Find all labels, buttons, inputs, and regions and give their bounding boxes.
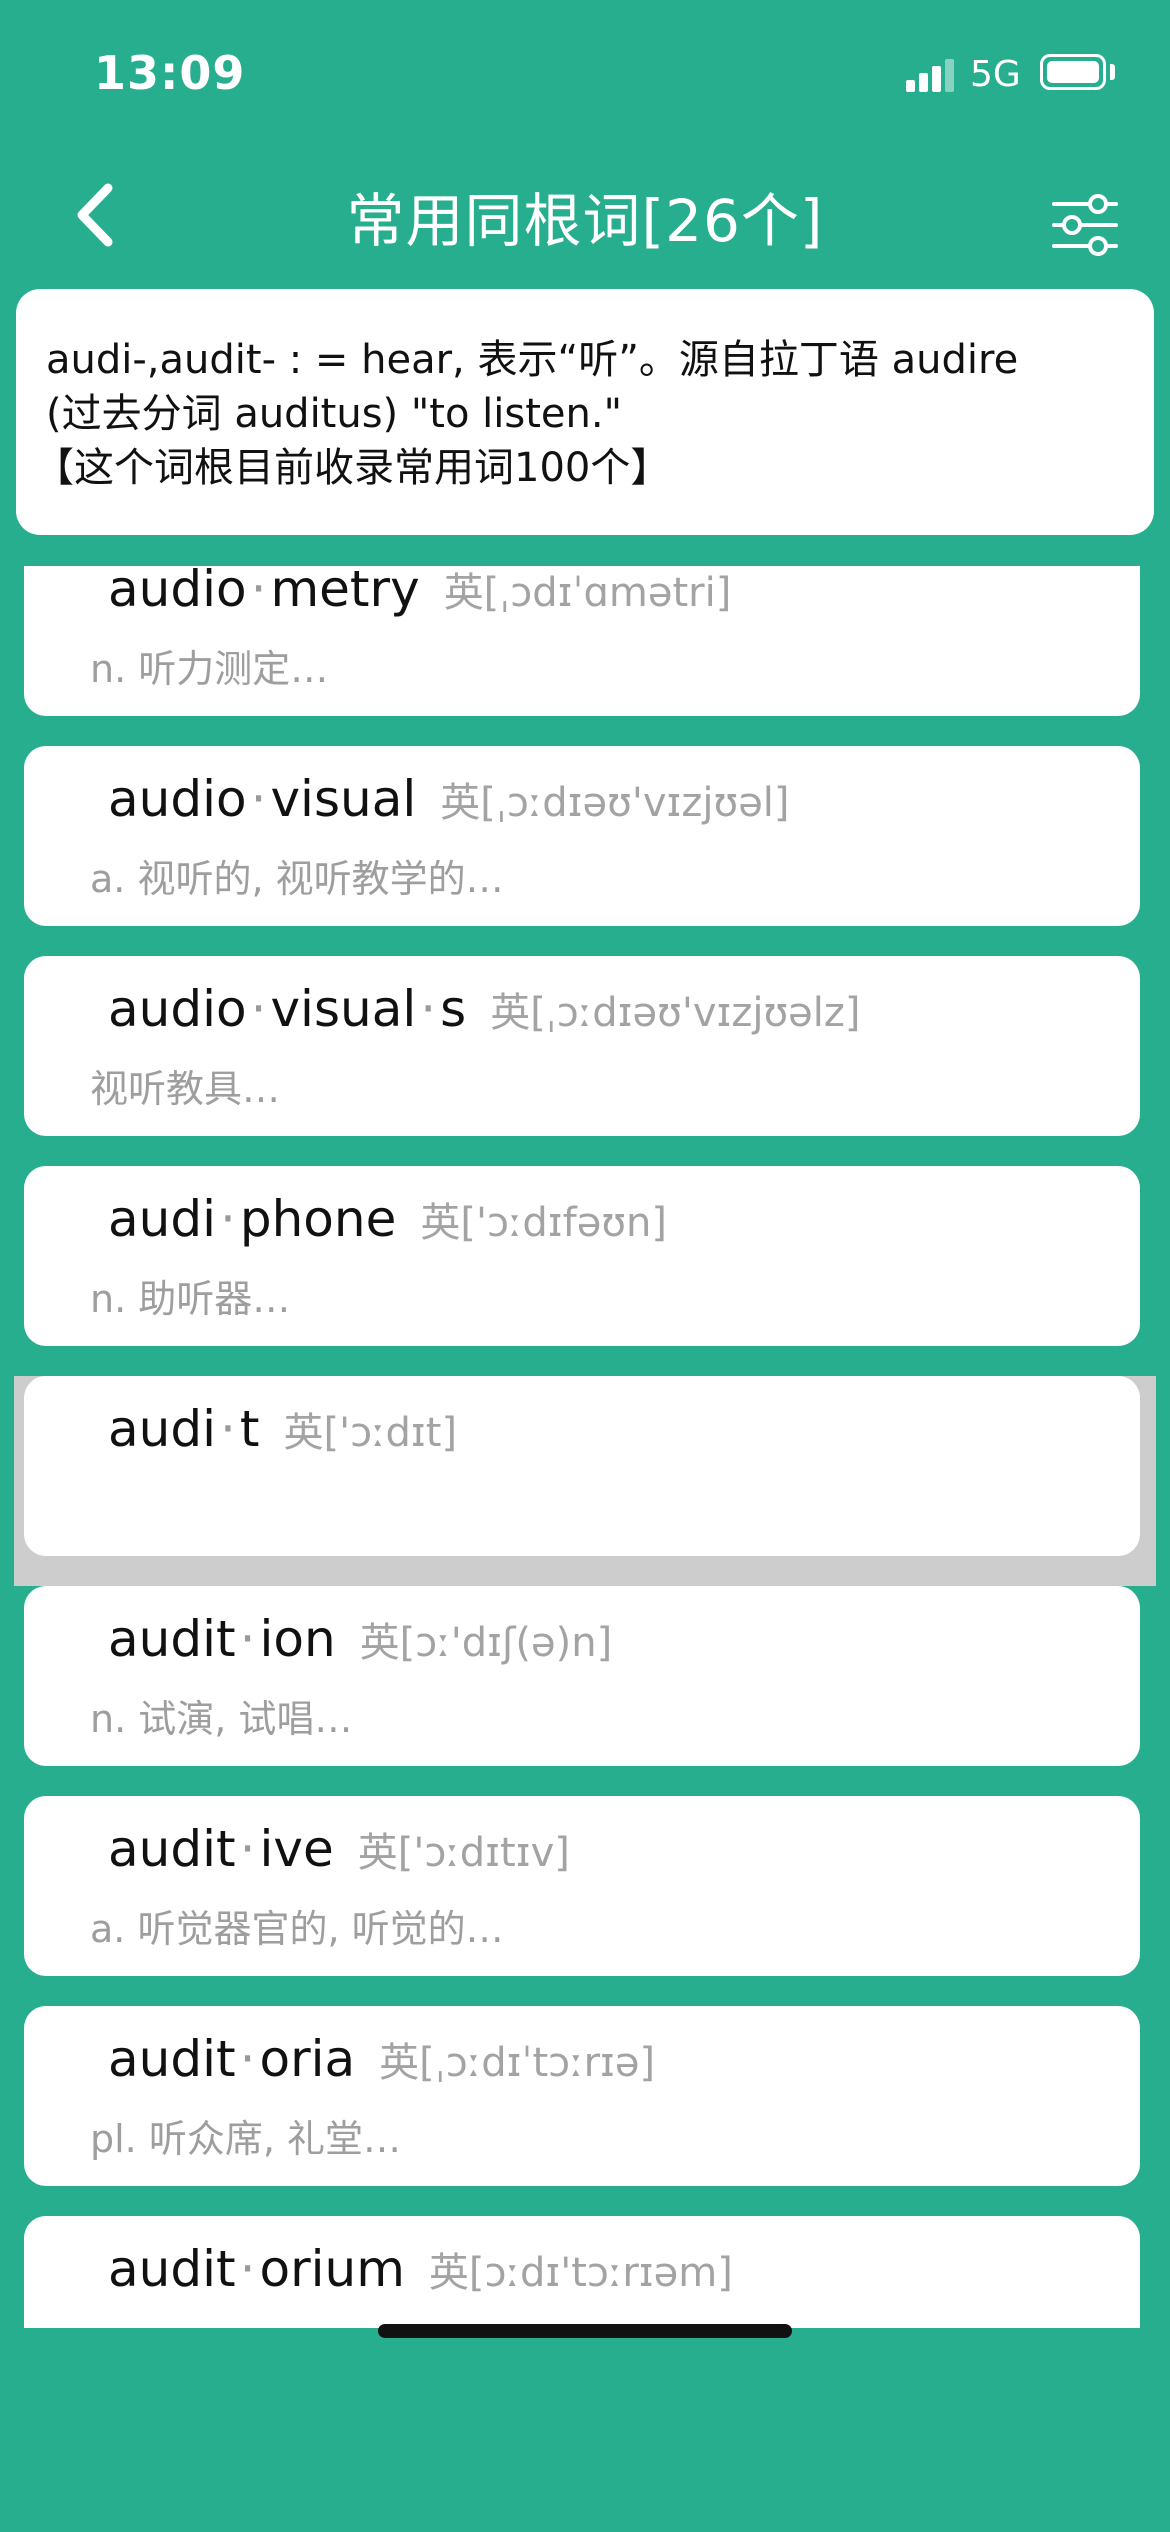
root-word-count-note: 【这个词根目前收录常用词100个】 <box>34 445 671 491</box>
word-line: audit · orium 英[ɔːdɪ'tɔːrɪəm] <box>108 2240 733 2298</box>
root-etymology: (过去分词 auditus) "to listen." <box>46 391 622 437</box>
filter-button[interactable] <box>1050 190 1120 260</box>
word-root: audio <box>108 980 247 1038</box>
word-root: audit <box>108 2240 236 2298</box>
sliders-icon <box>1052 194 1118 256</box>
word-line: audit · ion 英[ɔː'dɪʃ(ə)n] <box>108 1610 612 1668</box>
word-suffix: visual <box>270 980 417 1038</box>
word-meaning: n. 试演, 试唱… <box>90 1697 353 1741</box>
word-suffix: ive <box>259 1820 334 1878</box>
word-root: audi <box>108 1190 216 1248</box>
nav-bar: 常用同根词[26个] <box>0 150 1170 280</box>
word-suffix: ion <box>259 1610 336 1668</box>
word-list: audio · metry 英[ˌɔdɪˈɑmətri] n. 听力测定… audi… <box>0 566 1170 2328</box>
word-meaning: pl. 听众席, 礼堂… <box>90 2117 401 2161</box>
word-meaning: a. 听觉器官的, 听觉的… <box>90 1907 504 1951</box>
syllable-dot: · <box>250 566 267 618</box>
status-time: 13:09 <box>94 46 246 100</box>
word-item-selected[interactable]: audi · t 英['ɔːdɪt] <box>24 1376 1140 1556</box>
word-line: audio · visual · s 英[ˌɔːdɪəʊ'vɪzjʊəlz] <box>108 980 861 1038</box>
root-definition: audi-,audit- : = hear, 表示“听”。源自拉丁语 audir… <box>46 337 1019 383</box>
word-suffix: visual <box>270 770 417 828</box>
syllable-dot: · <box>219 1190 236 1248</box>
syllable-dot: · <box>239 2240 256 2298</box>
word-item[interactable]: audit · ion 英[ɔː'dɪʃ(ə)n] n. 试演, 试唱… <box>24 1586 1140 1766</box>
word-line: audit · oria 英[ˌɔːdɪˈtɔːrɪə] <box>108 2030 655 2088</box>
phonetic: 英['ɔːdɪt] <box>283 1410 458 1456</box>
phonetic: 英[ɔːdɪ'tɔːrɪəm] <box>428 2250 733 2296</box>
word-item[interactable]: audio · visual 英[ˌɔːdɪəʊ'vɪzjʊəl] a. 视听的, … <box>24 746 1140 926</box>
word-root: audit <box>108 2030 236 2088</box>
word-suffix-2: s <box>440 980 467 1038</box>
word-root: audit <box>108 1820 236 1878</box>
page-title: 常用同根词[26个] <box>346 187 824 255</box>
word-line: audi · t 英['ɔːdɪt] <box>108 1400 457 1458</box>
network-type: 5G <box>970 54 1021 95</box>
syllable-dot: · <box>250 980 267 1038</box>
root-description-card: audi-,audit- : = hear, 表示“听”。源自拉丁语 audir… <box>16 289 1154 535</box>
battery-cap <box>1110 64 1115 80</box>
word-root: audio <box>108 770 247 828</box>
phonetic: 英[ɔː'dɪʃ(ə)n] <box>359 1620 613 1666</box>
phonetic: 英[ˌɔːdɪəʊ'vɪzjʊəl] <box>440 780 790 826</box>
word-item[interactable]: audio · visual · s 英[ˌɔːdɪəʊ'vɪzjʊəlz] 视听教具… <box>24 956 1140 1136</box>
phonetic: 英[ˌɔːdɪəʊ'vɪzjʊəlz] <box>490 990 861 1036</box>
syllable-dot: · <box>250 770 267 828</box>
word-meaning: 视听教具… <box>90 1067 281 1111</box>
phonetic: 英[ˌɔːdɪˈtɔːrɪə] <box>379 2040 656 2086</box>
word-line: audio · visual 英[ˌɔːdɪəʊ'vɪzjʊəl] <box>108 770 790 828</box>
word-meaning: n. 助听器… <box>90 1277 291 1321</box>
word-line: audio · metry 英[ˌɔdɪˈɑmətri] <box>108 566 731 618</box>
syllable-dot: · <box>420 980 437 1038</box>
word-suffix: oria <box>259 2030 356 2088</box>
syllable-dot: · <box>239 2030 256 2088</box>
word-item[interactable]: audit · ive 英['ɔːdɪtɪv] a. 听觉器官的, 听觉的… <box>24 1796 1140 1976</box>
phonetic: 英[ˌɔdɪˈɑmətri] <box>443 570 732 616</box>
word-root: audit <box>108 1610 236 1668</box>
word-root: audi <box>108 1400 216 1458</box>
word-item[interactable]: audi · phone 英['ɔːdɪfəʊn] n. 助听器… <box>24 1166 1140 1346</box>
word-meaning: n. 听力测定… <box>90 647 329 691</box>
signal-icon <box>906 58 954 92</box>
battery-icon <box>1040 54 1106 90</box>
phonetic: 英['ɔːdɪfəʊn] <box>420 1200 668 1246</box>
status-bar: 13:09 5G <box>0 0 1170 150</box>
word-line: audi · phone 英['ɔːdɪfəʊn] <box>108 1190 667 1248</box>
word-item[interactable]: audio · metry 英[ˌɔdɪˈɑmətri] n. 听力测定… <box>24 566 1140 716</box>
syllable-dot: · <box>239 1820 256 1878</box>
word-root: audio <box>108 566 247 618</box>
word-suffix: orium <box>259 2240 405 2298</box>
home-indicator <box>378 2324 792 2338</box>
syllable-dot: · <box>219 1400 236 1458</box>
word-item[interactable]: audit · oria 英[ˌɔːdɪˈtɔːrɪə] pl. 听众席, 礼堂… <box>24 2006 1140 2186</box>
word-suffix: phone <box>239 1190 397 1248</box>
word-item[interactable]: audit · orium 英[ɔːdɪ'tɔːrɪəm] <box>24 2216 1140 2328</box>
phonetic: 英['ɔːdɪtɪv] <box>357 1830 570 1876</box>
word-suffix: t <box>239 1400 260 1458</box>
word-suffix: metry <box>270 566 420 618</box>
word-meaning: a. 视听的, 视听教学的… <box>90 857 504 901</box>
syllable-dot: · <box>239 1610 256 1668</box>
word-line: audit · ive 英['ɔːdɪtɪv] <box>108 1820 570 1878</box>
